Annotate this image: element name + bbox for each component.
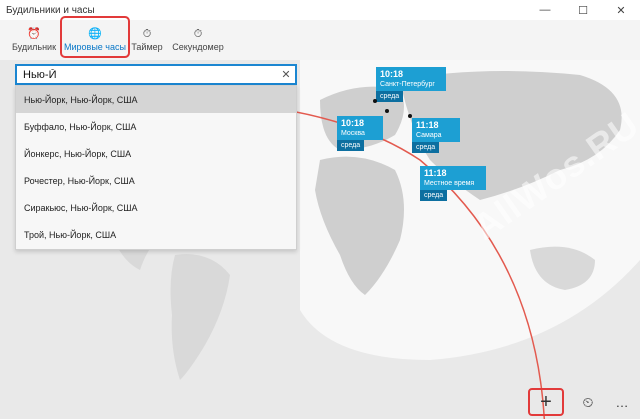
add-button-highlight-annotation [528, 388, 564, 416]
map-pin [385, 109, 389, 113]
clock-card-moscow[interactable]: 10:18 Москва среда [337, 116, 383, 151]
suggestion-item[interactable]: Буффало, Нью-Йорк, США [16, 113, 296, 140]
close-button[interactable]: ✕ [602, 0, 640, 20]
clock-time: 10:18 [341, 118, 365, 128]
window-title: Будильники и часы [6, 4, 95, 16]
city-search-input[interactable] [23, 68, 277, 81]
maximize-button[interactable]: ☐ [564, 0, 602, 20]
suggestion-item[interactable]: Йонкерс, Нью-Йорк, США [16, 140, 296, 167]
city-search-box: ✕ [15, 64, 297, 85]
suggestion-item[interactable]: Сиракьюс, Нью-Йорк, США [16, 194, 296, 221]
clock-city: Самара [416, 132, 442, 139]
clock-time: 11:18 [424, 168, 447, 178]
clock-time: 10:18 [380, 69, 404, 79]
tab-label: Будильник [11, 42, 57, 52]
alarm-icon: ⏰ [27, 28, 41, 40]
clock-city: Санкт-Петербург [380, 81, 435, 88]
stopwatch-icon: ⏱ [193, 28, 203, 40]
city-suggestions: Нью-Йорк, Нью-Йорк, США Буффало, Нью-Йор… [15, 85, 297, 250]
suggestion-item[interactable]: Трой, Нью-Йорк, США [16, 221, 296, 248]
compare-icon[interactable]: ⏲ [575, 389, 601, 415]
minimize-button[interactable]: — [526, 0, 564, 20]
suggestion-item[interactable]: Рочестер, Нью-Йорк, США [16, 167, 296, 194]
map-pin [408, 114, 412, 118]
clock-day: среда [420, 190, 448, 201]
clock-card-samara[interactable]: 11:18 Самара среда [412, 118, 460, 153]
suggestion-item[interactable]: Нью-Йорк, Нью-Йорк, США [16, 86, 296, 113]
clock-day: среда [337, 140, 365, 151]
timer-icon: ⏱ [142, 28, 152, 40]
more-options-button[interactable]: … [610, 389, 634, 415]
tab-stopwatch[interactable]: ⏱ Секундомер [170, 24, 226, 56]
tab-label: Таймер [131, 42, 163, 52]
tab-alarm[interactable]: ⏰ Будильник [8, 24, 60, 56]
clock-card-local[interactable]: 11:18 Местное время среда [420, 166, 486, 201]
clock-city: Москва [341, 130, 365, 137]
tab-highlight-annotation [60, 16, 130, 58]
tab-label: Секундомер [172, 42, 224, 52]
tab-timer[interactable]: ⏱ Таймер [130, 24, 164, 56]
clock-card-spb[interactable]: 10:18 Санкт-Петербург среда [376, 67, 446, 102]
clock-day: среда [376, 91, 404, 102]
clock-city: Местное время [424, 180, 475, 187]
clear-search-icon[interactable]: ✕ [277, 68, 295, 81]
map-pin [373, 99, 377, 103]
clock-time: 11:18 [416, 120, 439, 130]
clock-day: среда [412, 142, 440, 153]
